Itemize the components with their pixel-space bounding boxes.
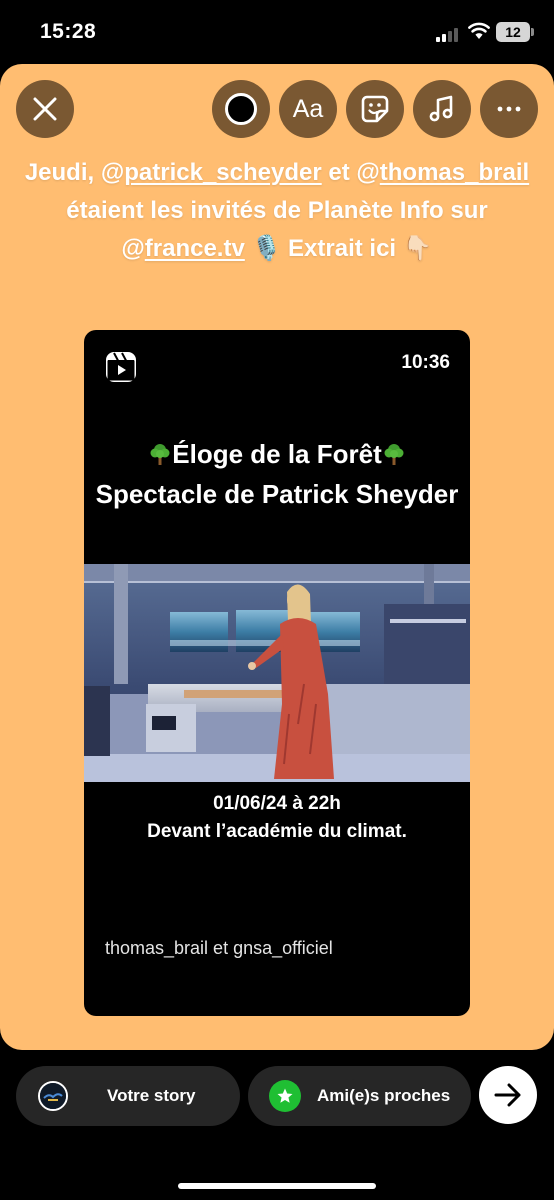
close-button[interactable] xyxy=(16,80,74,138)
reels-icon xyxy=(106,352,136,382)
status-bar: 15:28 12 xyxy=(0,0,554,64)
battery-indicator: 12 xyxy=(496,22,530,42)
reel-title-line1: Éloge de la Forêt xyxy=(172,439,382,469)
caption-text: Jeudi, @ xyxy=(24,159,125,186)
music-button[interactable] xyxy=(413,80,471,138)
video-thumbnail[interactable] xyxy=(84,564,470,782)
tree-icon xyxy=(384,444,404,465)
text-tool-button[interactable]: Aa xyxy=(279,80,337,138)
reel-title: Éloge de la Forêt Spectacle de Patrick S… xyxy=(94,434,460,514)
text-tool-label: Aa xyxy=(292,94,324,123)
close-friends-label: Ami(e)s proches xyxy=(317,1086,451,1105)
color-picker-icon xyxy=(225,93,257,125)
tree-icon xyxy=(150,444,170,465)
reel-author: thomas_brail et gnsa_officiel xyxy=(105,938,333,958)
more-icon xyxy=(497,106,521,112)
sticker-icon xyxy=(361,95,389,123)
reel-duration: 10:36 xyxy=(401,352,450,373)
mention-thomas-brail[interactable]: thomas_brail xyxy=(380,159,529,186)
story-caption[interactable]: Jeudi, @patrick_scheyder et @thomas_brai… xyxy=(24,154,530,268)
close-icon xyxy=(33,97,57,121)
your-story-button[interactable]: Votre story xyxy=(16,1066,240,1126)
arrow-right-icon xyxy=(494,1083,521,1107)
cellular-signal-icon xyxy=(436,26,462,42)
avatar xyxy=(38,1081,68,1111)
star-icon xyxy=(269,1080,301,1112)
battery-tip xyxy=(531,28,534,36)
close-friends-button[interactable]: Ami(e)s proches xyxy=(248,1066,471,1126)
reel-title-line2: Spectacle de Patrick Sheyder xyxy=(95,479,459,509)
reel-date: 01/06/24 à 22h xyxy=(213,793,341,814)
caption-text: et @ xyxy=(321,159,380,186)
shared-reel-card[interactable]: 10:36 Éloge de la Forêt Spectacle de Pat… xyxy=(84,330,470,1016)
color-picker-button[interactable] xyxy=(212,80,270,138)
wifi-icon xyxy=(468,22,490,39)
reel-place: Devant l’académie du climat. xyxy=(147,821,407,842)
status-time: 15:28 xyxy=(40,20,97,43)
share-bar: Votre story Ami(e)s proches xyxy=(0,1050,554,1200)
your-story-label: Votre story xyxy=(107,1086,196,1105)
send-button[interactable] xyxy=(479,1066,537,1124)
caption-text: 🎙️ Extrait ici 👇🏻 xyxy=(244,235,433,262)
music-note-icon xyxy=(429,95,453,122)
sticker-button[interactable] xyxy=(346,80,404,138)
tv-studio-image xyxy=(84,564,470,782)
mention-france-tv[interactable]: france.tv xyxy=(145,235,245,262)
more-options-button[interactable] xyxy=(480,80,538,138)
mention-patrick-scheyder[interactable]: patrick_scheyder xyxy=(124,159,321,186)
home-indicator[interactable] xyxy=(178,1183,376,1189)
story-canvas[interactable]: Aa Jeudi, @patrick_scheyder et @thomas_b… xyxy=(0,64,554,1050)
